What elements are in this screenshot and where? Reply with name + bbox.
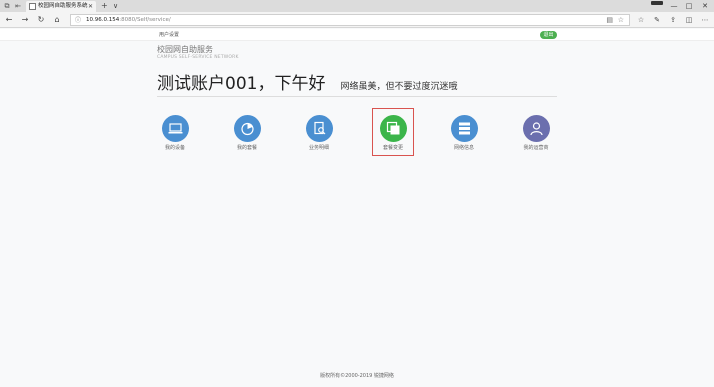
tab-preview-icon[interactable]: ⧉ bbox=[3, 2, 11, 10]
greeting-title: 测试账户001，下午好 bbox=[157, 74, 326, 94]
user-icon bbox=[522, 115, 550, 142]
tile-my-devices[interactable]: 我的设备 bbox=[153, 115, 197, 155]
browser-tab[interactable]: 校园网自助服务系统 ✕ bbox=[26, 1, 96, 12]
notes-icon[interactable]: ✎ bbox=[652, 15, 662, 25]
new-tab-button[interactable]: + bbox=[101, 1, 108, 11]
url-path: :8080/Self/service/ bbox=[119, 17, 171, 23]
favorites-hub-icon[interactable]: ☆ bbox=[636, 15, 646, 25]
tile-label: 网络信息 bbox=[453, 145, 474, 151]
refresh-icon[interactable]: ↻ bbox=[36, 15, 46, 25]
tile-label: 我的套餐 bbox=[236, 145, 257, 151]
brand-subtitle: CAMPUS SELF-SERVICE NETWORK bbox=[157, 55, 239, 60]
favicon-icon bbox=[29, 3, 36, 10]
tab-close-icon[interactable]: ✕ bbox=[88, 2, 93, 11]
tile-network-info[interactable]: 网络信息 bbox=[442, 115, 486, 155]
brand-title: 校园网自助服务 bbox=[157, 45, 213, 54]
greeting: 测试账户001，下午好 网络虽美，但不要过度沉迷哦 bbox=[157, 73, 458, 98]
close-window-button[interactable]: ✕ bbox=[698, 0, 712, 12]
tile-label: 套餐变更 bbox=[382, 145, 403, 151]
package-icon bbox=[233, 115, 261, 142]
minimize-button[interactable]: — bbox=[667, 0, 681, 12]
reading-view-icon[interactable]: ▤ bbox=[606, 16, 613, 25]
more-menu-icon[interactable]: ⋯ bbox=[700, 15, 710, 25]
tab-title: 校园网自助服务系统 bbox=[38, 3, 88, 9]
greeting-subtitle: 网络虽美，但不要过度沉迷哦 bbox=[340, 82, 458, 92]
maximize-button[interactable]: □ bbox=[682, 0, 696, 12]
favorite-star-icon[interactable]: ☆ bbox=[618, 16, 624, 25]
tile-label: 我的设备 bbox=[164, 145, 185, 151]
laptop-icon bbox=[161, 115, 189, 142]
address-bar[interactable]: ⓘ 10.96.0.154:8080/Self/service/ ▤ ☆ bbox=[70, 14, 630, 26]
server-icon bbox=[450, 115, 478, 142]
tile-my-operator[interactable]: 我的运营商 bbox=[514, 115, 558, 155]
back-icon[interactable]: ← bbox=[4, 15, 14, 25]
top-navigation: 用户设置 退出 bbox=[0, 29, 714, 41]
browser-tab-bar: ⧉ ⇤ 校园网自助服务系统 ✕ + ∨ — □ ✕ bbox=[0, 0, 714, 12]
back-tabs-icon[interactable]: ⇤ bbox=[14, 2, 22, 10]
footer-copyright: 版权所有©2000-2019 锐捷网络 bbox=[320, 373, 394, 379]
tile-my-package[interactable]: 我的套餐 bbox=[225, 115, 269, 155]
tile-label: 业务明细 bbox=[308, 145, 329, 151]
tab-list-button[interactable]: ∨ bbox=[113, 1, 118, 11]
tile-business-details[interactable]: 业务明细 bbox=[297, 115, 341, 155]
site-info-icon[interactable]: ⓘ bbox=[75, 16, 81, 25]
tile-label: 我的运营商 bbox=[523, 145, 549, 151]
extension-icon[interactable]: ◫ bbox=[684, 15, 694, 25]
change-package-icon bbox=[379, 115, 407, 142]
divider bbox=[157, 96, 557, 97]
user-settings-menu[interactable]: 用户设置 bbox=[159, 31, 179, 39]
url-host: 10.96.0.154 bbox=[86, 17, 120, 23]
tab-thumbnail bbox=[651, 1, 663, 5]
tile-change-package[interactable]: 套餐变更 bbox=[371, 115, 415, 155]
share-icon[interactable]: ⇪ bbox=[668, 15, 678, 25]
logout-button[interactable]: 退出 bbox=[540, 31, 557, 39]
forward-icon[interactable]: → bbox=[20, 15, 30, 25]
home-icon[interactable]: ⌂ bbox=[52, 15, 62, 25]
browser-toolbar: ← → ↻ ⌂ ⓘ 10.96.0.154:8080/Self/service/… bbox=[0, 12, 714, 28]
statement-icon bbox=[305, 115, 333, 142]
